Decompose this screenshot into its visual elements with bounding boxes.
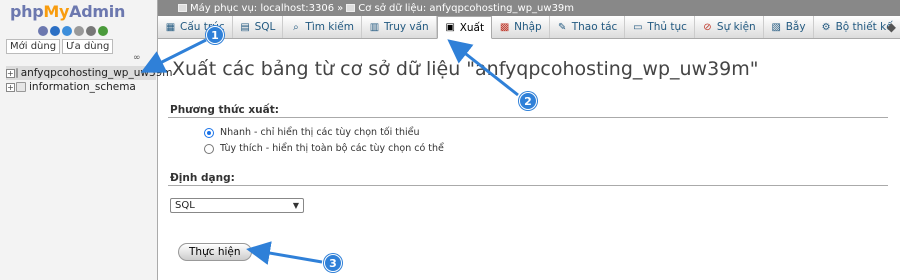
- quick-icons: [38, 26, 108, 36]
- annotation-badge-2: 2: [519, 92, 537, 110]
- database-icon: [346, 4, 356, 12]
- logo-my: My: [43, 2, 70, 21]
- tab-search[interactable]: ⌕ Tìm kiếm: [283, 16, 362, 38]
- tab-label: Bộ thiết kế: [835, 21, 893, 33]
- help-icon[interactable]: [62, 26, 72, 36]
- divider: [168, 185, 888, 186]
- wrench-icon: ✎: [558, 21, 567, 33]
- tab-label: Sự kiện: [716, 21, 756, 33]
- database-item-anfyqpcohosting[interactable]: + anfyqpcohosting_wp_uw39m: [6, 66, 173, 80]
- method-quick-label: Nhanh - chỉ hiển thị các tùy chọn tối th…: [220, 127, 420, 138]
- page-title: Xuất các bảng từ cơ sở dữ liệu "anfyqpco…: [172, 58, 759, 80]
- breadcrumb-separator: »: [337, 2, 344, 14]
- import-icon: ▩: [499, 21, 510, 33]
- database-icon: [15, 68, 18, 78]
- go-button[interactable]: Thực hiện: [178, 243, 252, 261]
- tab-events[interactable]: ⊘ Sự kiện: [695, 16, 764, 38]
- database-name: information_schema: [29, 81, 136, 93]
- top-menu: ▦ Cấu trúc ▤ SQL ⌕ Tìm kiếm ▥ Truy vấn ▣ Xuất…: [158, 16, 900, 39]
- logo-admin: Admin: [69, 2, 126, 21]
- tab-export[interactable]: ▣ Xuất: [436, 16, 493, 39]
- format-select[interactable]: SQL ▼: [170, 198, 304, 213]
- structure-icon: ▦: [165, 21, 176, 33]
- reload-icon[interactable]: [98, 26, 108, 36]
- tab-label: Truy vấn: [384, 21, 429, 33]
- logo-php: php: [10, 2, 44, 21]
- triggers-icon: ▧: [771, 21, 781, 33]
- docs-icon[interactable]: [74, 26, 84, 36]
- search-icon: ⌕: [293, 21, 299, 33]
- tab-label: Nhập: [514, 21, 542, 33]
- tab-label: Xuất: [459, 21, 485, 34]
- routines-icon: ▭: [633, 21, 643, 33]
- annotation-badge-3: 3: [324, 254, 342, 272]
- tab-label: Thủ tục: [647, 21, 687, 33]
- phpmyadmin-window: phpMyAdmin Mới dùng Ưa dùng ∞ + anfyqpco…: [0, 0, 900, 280]
- method-quick-option[interactable]: Nhanh - chỉ hiển thị các tùy chọn tối th…: [204, 127, 420, 138]
- export-method-label: Phương thức xuất:: [170, 104, 279, 116]
- radio-custom[interactable]: [204, 143, 214, 154]
- divider: [168, 117, 888, 118]
- query-icon: ▥: [369, 21, 380, 33]
- phpmyadmin-logo[interactable]: phpMyAdmin: [10, 2, 125, 21]
- database-name: anfyqpcohosting_wp_uw39m: [20, 67, 173, 79]
- database-icon: [16, 82, 26, 92]
- tab-routines[interactable]: ▭ Thủ tục: [625, 16, 695, 38]
- link-icon[interactable]: ∞: [133, 53, 141, 63]
- sql-icon: ▤: [240, 21, 250, 33]
- method-custom-option[interactable]: Tùy thích - hiển thị toàn bộ các tùy chọ…: [204, 143, 444, 154]
- format-label: Định dạng:: [170, 172, 235, 184]
- breadcrumb: Máy phục vụ: localhost:3306 » Cơ sở dữ l…: [158, 0, 900, 16]
- main-panel: Máy phục vụ: localhost:3306 » Cơ sở dữ l…: [158, 0, 900, 280]
- export-icon: ▣: [445, 22, 455, 33]
- logout-icon[interactable]: [50, 26, 60, 36]
- chevron-down-icon: ▼: [292, 201, 299, 210]
- settings-icon[interactable]: [86, 26, 96, 36]
- breadcrumb-server[interactable]: Máy phục vụ: localhost:3306: [190, 3, 334, 14]
- collapse-icon[interactable]: ◆: [887, 20, 896, 34]
- tab-sql[interactable]: ▤ SQL: [233, 16, 284, 38]
- tab-operations[interactable]: ✎ Thao tác: [550, 16, 626, 38]
- tab-query[interactable]: ▥ Truy vấn: [362, 16, 437, 38]
- home-icon[interactable]: [38, 26, 48, 36]
- tab-recent[interactable]: Mới dùng: [6, 39, 61, 54]
- radio-quick[interactable]: [204, 127, 214, 138]
- server-icon: [178, 4, 187, 12]
- tab-label: Bẫy: [785, 21, 806, 33]
- database-item-information-schema[interactable]: + information_schema: [6, 80, 136, 94]
- method-custom-label: Tùy thích - hiển thị toàn bộ các tùy chọ…: [220, 143, 444, 154]
- annotation-badge-1: 1: [206, 26, 224, 44]
- tab-label: Tìm kiếm: [305, 21, 354, 33]
- tab-import[interactable]: ▩ Nhập: [492, 16, 550, 38]
- tab-triggers[interactable]: ▧ Bẫy: [764, 16, 814, 38]
- tab-label: SQL: [254, 21, 276, 33]
- breadcrumb-database[interactable]: Cơ sở dữ liệu: anfyqpcohosting_wp_uw39m: [358, 3, 574, 14]
- expand-icon[interactable]: +: [6, 68, 15, 78]
- tab-label: Thao tác: [571, 21, 618, 33]
- events-icon: ⊘: [703, 21, 712, 33]
- designer-icon: ⚙: [821, 21, 831, 33]
- recent-favorite-tabs: Mới dùng Ưa dùng: [6, 39, 114, 54]
- format-select-value: SQL: [175, 200, 195, 211]
- navigation-panel: phpMyAdmin Mới dùng Ưa dùng ∞ + anfyqpco…: [0, 0, 173, 280]
- tab-favorites[interactable]: Ưa dùng: [62, 39, 114, 54]
- expand-icon[interactable]: +: [6, 82, 15, 92]
